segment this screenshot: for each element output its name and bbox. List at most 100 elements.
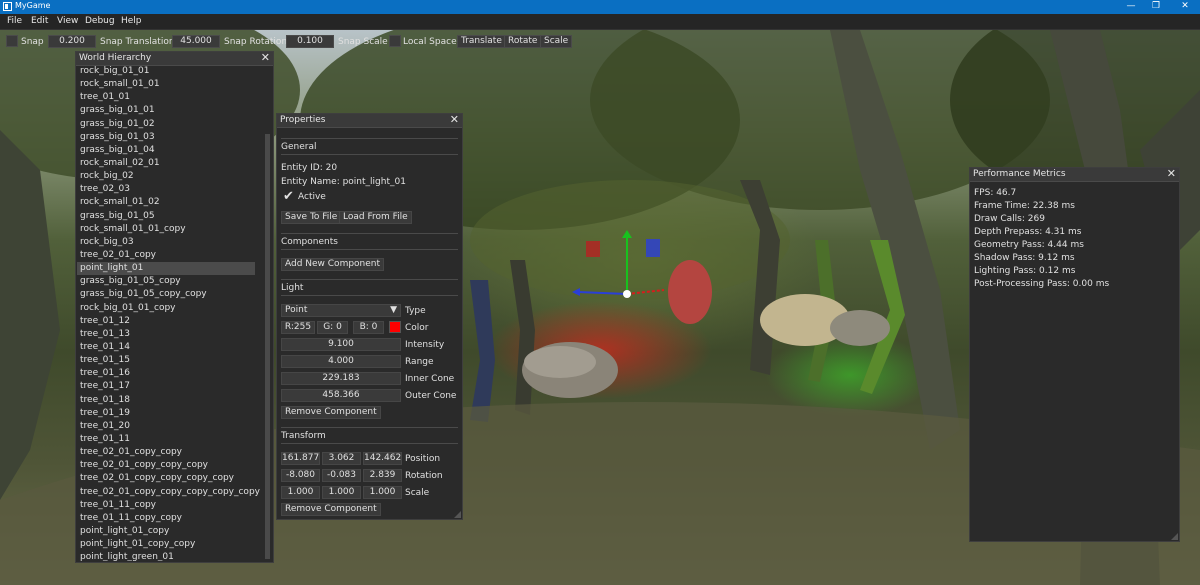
- hierarchy-item[interactable]: tree_01_13: [77, 328, 264, 341]
- color-swatch[interactable]: [389, 321, 401, 333]
- checkmark-icon[interactable]: ✔: [283, 189, 294, 204]
- hierarchy-item[interactable]: grass_big_01_05_copy: [77, 275, 264, 288]
- snap-rotation-label: Snap Rotation: [224, 37, 288, 47]
- properties-header[interactable]: Properties ✕: [277, 113, 462, 128]
- performance-title: Performance Metrics: [973, 169, 1066, 179]
- snap-translation-field[interactable]: 45.000: [172, 35, 220, 48]
- hierarchy-scrollbar-thumb[interactable]: [265, 134, 270, 559]
- hierarchy-header[interactable]: World Hierarchy ✕: [76, 51, 273, 66]
- hierarchy-item[interactable]: tree_02_01_copy_copy_copy_copy_copy: [77, 486, 264, 499]
- window-title: MyGame: [15, 1, 51, 10]
- hierarchy-item[interactable]: rock_small_02_01: [77, 157, 264, 170]
- translate-button[interactable]: Translate: [457, 35, 506, 48]
- hierarchy-item[interactable]: tree_01_19: [77, 407, 264, 420]
- divider: [281, 249, 458, 250]
- add-component-button[interactable]: Add New Component: [281, 258, 385, 271]
- range-label: Range: [405, 357, 434, 367]
- inner-cone-field[interactable]: 229.183: [281, 372, 401, 385]
- outer-cone-field[interactable]: 458.366: [281, 389, 401, 402]
- local-space-checkbox[interactable]: [389, 35, 401, 47]
- properties-title: Properties: [280, 115, 326, 125]
- hierarchy-item[interactable]: tree_01_11_copy: [77, 499, 264, 512]
- save-to-file-button[interactable]: Save To File: [281, 211, 342, 224]
- snap-checkbox[interactable]: [6, 35, 18, 47]
- fps-metric: FPS: 46.7: [974, 188, 1017, 198]
- minimize-icon[interactable]: —: [1118, 0, 1144, 14]
- hierarchy-item[interactable]: tree_02_01_copy: [77, 249, 264, 262]
- hierarchy-item[interactable]: tree_01_01: [77, 91, 264, 104]
- world-hierarchy-panel: World Hierarchy ✕ rock_big_01_01 rock_sma…: [75, 51, 274, 563]
- load-from-file-button[interactable]: Load From File: [339, 211, 412, 224]
- light-type-select[interactable]: Point ▼: [281, 304, 401, 317]
- menu-debug[interactable]: Debug: [85, 16, 115, 26]
- resize-grip-icon[interactable]: [454, 511, 461, 518]
- hierarchy-item[interactable]: rock_small_01_01: [77, 78, 264, 91]
- hierarchy-item[interactable]: tree_01_11_copy_copy: [77, 512, 264, 525]
- color-b-field[interactable]: B: 0: [353, 321, 384, 334]
- hierarchy-item[interactable]: grass_big_01_03: [77, 131, 264, 144]
- snap-field[interactable]: 0.200: [48, 35, 96, 48]
- hierarchy-item[interactable]: tree_02_01_copy_copy_copy: [77, 459, 264, 472]
- hierarchy-item[interactable]: point_light_01_copy_copy: [77, 538, 264, 551]
- scale-y-field[interactable]: 1.000: [322, 486, 361, 499]
- hierarchy-item[interactable]: grass_big_01_04: [77, 144, 264, 157]
- range-field[interactable]: 4.000: [281, 355, 401, 368]
- hierarchy-item[interactable]: tree_01_12: [77, 315, 264, 328]
- hierarchy-item[interactable]: grass_big_01_01: [77, 104, 264, 117]
- hierarchy-item[interactable]: rock_small_01_01_copy: [77, 223, 264, 236]
- hierarchy-item[interactable]: grass_big_01_05_copy_copy: [77, 288, 264, 301]
- menu-view[interactable]: View: [57, 16, 78, 26]
- color-r-field[interactable]: R:255: [281, 321, 315, 334]
- scale-button[interactable]: Scale: [540, 35, 573, 48]
- hierarchy-item[interactable]: tree_02_01_copy_copy: [77, 446, 264, 459]
- position-z-field[interactable]: 142.462: [363, 452, 402, 465]
- hierarchy-item[interactable]: point_light_01: [77, 262, 255, 276]
- hierarchy-item[interactable]: rock_big_02: [77, 170, 264, 183]
- menu-file[interactable]: File: [7, 16, 22, 26]
- remove-transform-component-button[interactable]: Remove Component: [281, 503, 381, 516]
- position-label: Position: [405, 454, 441, 464]
- hierarchy-close-icon[interactable]: ✕: [261, 51, 270, 64]
- remove-light-component-button[interactable]: Remove Component: [281, 406, 381, 419]
- properties-close-icon[interactable]: ✕: [450, 113, 459, 126]
- hierarchy-item[interactable]: tree_01_18: [77, 394, 264, 407]
- hierarchy-item[interactable]: rock_small_01_02: [77, 196, 264, 209]
- hierarchy-item[interactable]: tree_01_20: [77, 420, 264, 433]
- hierarchy-item[interactable]: rock_big_03: [77, 236, 264, 249]
- intensity-field[interactable]: 9.100: [281, 338, 401, 351]
- menu-edit[interactable]: Edit: [31, 16, 48, 26]
- hierarchy-item[interactable]: rock_big_01_01_copy: [77, 302, 264, 315]
- scale-z-field[interactable]: 1.000: [363, 486, 402, 499]
- resize-grip-icon[interactable]: [1171, 533, 1178, 540]
- hierarchy-item[interactable]: tree_01_16: [77, 367, 264, 380]
- snap-rotation-field[interactable]: 0.100: [286, 35, 334, 48]
- hierarchy-item[interactable]: tree_01_14: [77, 341, 264, 354]
- scale-x-field[interactable]: 1.000: [281, 486, 320, 499]
- maximize-icon[interactable]: ❐: [1143, 0, 1169, 14]
- rotation-y-field[interactable]: -0.083: [322, 469, 361, 482]
- hierarchy-item[interactable]: grass_big_01_02: [77, 118, 264, 131]
- hierarchy-item[interactable]: tree_02_01_copy_copy_copy_copy: [77, 472, 264, 485]
- color-g-field[interactable]: G: 0: [317, 321, 348, 334]
- hierarchy-item[interactable]: point_light_green_01: [77, 551, 264, 561]
- snap-scale-label: Snap Scale: [338, 37, 388, 47]
- snap-translation-label: Snap Translation: [100, 37, 175, 47]
- position-y-field[interactable]: 3.062: [322, 452, 361, 465]
- position-x-field[interactable]: 161.877: [281, 452, 320, 465]
- hierarchy-item[interactable]: tree_01_17: [77, 380, 264, 393]
- rotate-button[interactable]: Rotate: [504, 35, 542, 48]
- hierarchy-item[interactable]: rock_big_01_01: [77, 65, 264, 78]
- hierarchy-item[interactable]: tree_01_15: [77, 354, 264, 367]
- hierarchy-item[interactable]: grass_big_01_05: [77, 210, 264, 223]
- hierarchy-item[interactable]: tree_01_11: [77, 433, 264, 446]
- menu-help[interactable]: Help: [121, 16, 142, 26]
- performance-header[interactable]: Performance Metrics ✕: [970, 167, 1179, 182]
- rotation-x-field[interactable]: -8.080: [281, 469, 320, 482]
- scale-label: Scale: [405, 488, 430, 498]
- rotation-z-field[interactable]: 2.839: [363, 469, 402, 482]
- hierarchy-item[interactable]: point_light_01_copy: [77, 525, 264, 538]
- performance-close-icon[interactable]: ✕: [1167, 167, 1176, 180]
- hierarchy-item[interactable]: tree_02_03: [77, 183, 264, 196]
- app-icon: [3, 2, 12, 11]
- close-icon[interactable]: ✕: [1172, 0, 1198, 14]
